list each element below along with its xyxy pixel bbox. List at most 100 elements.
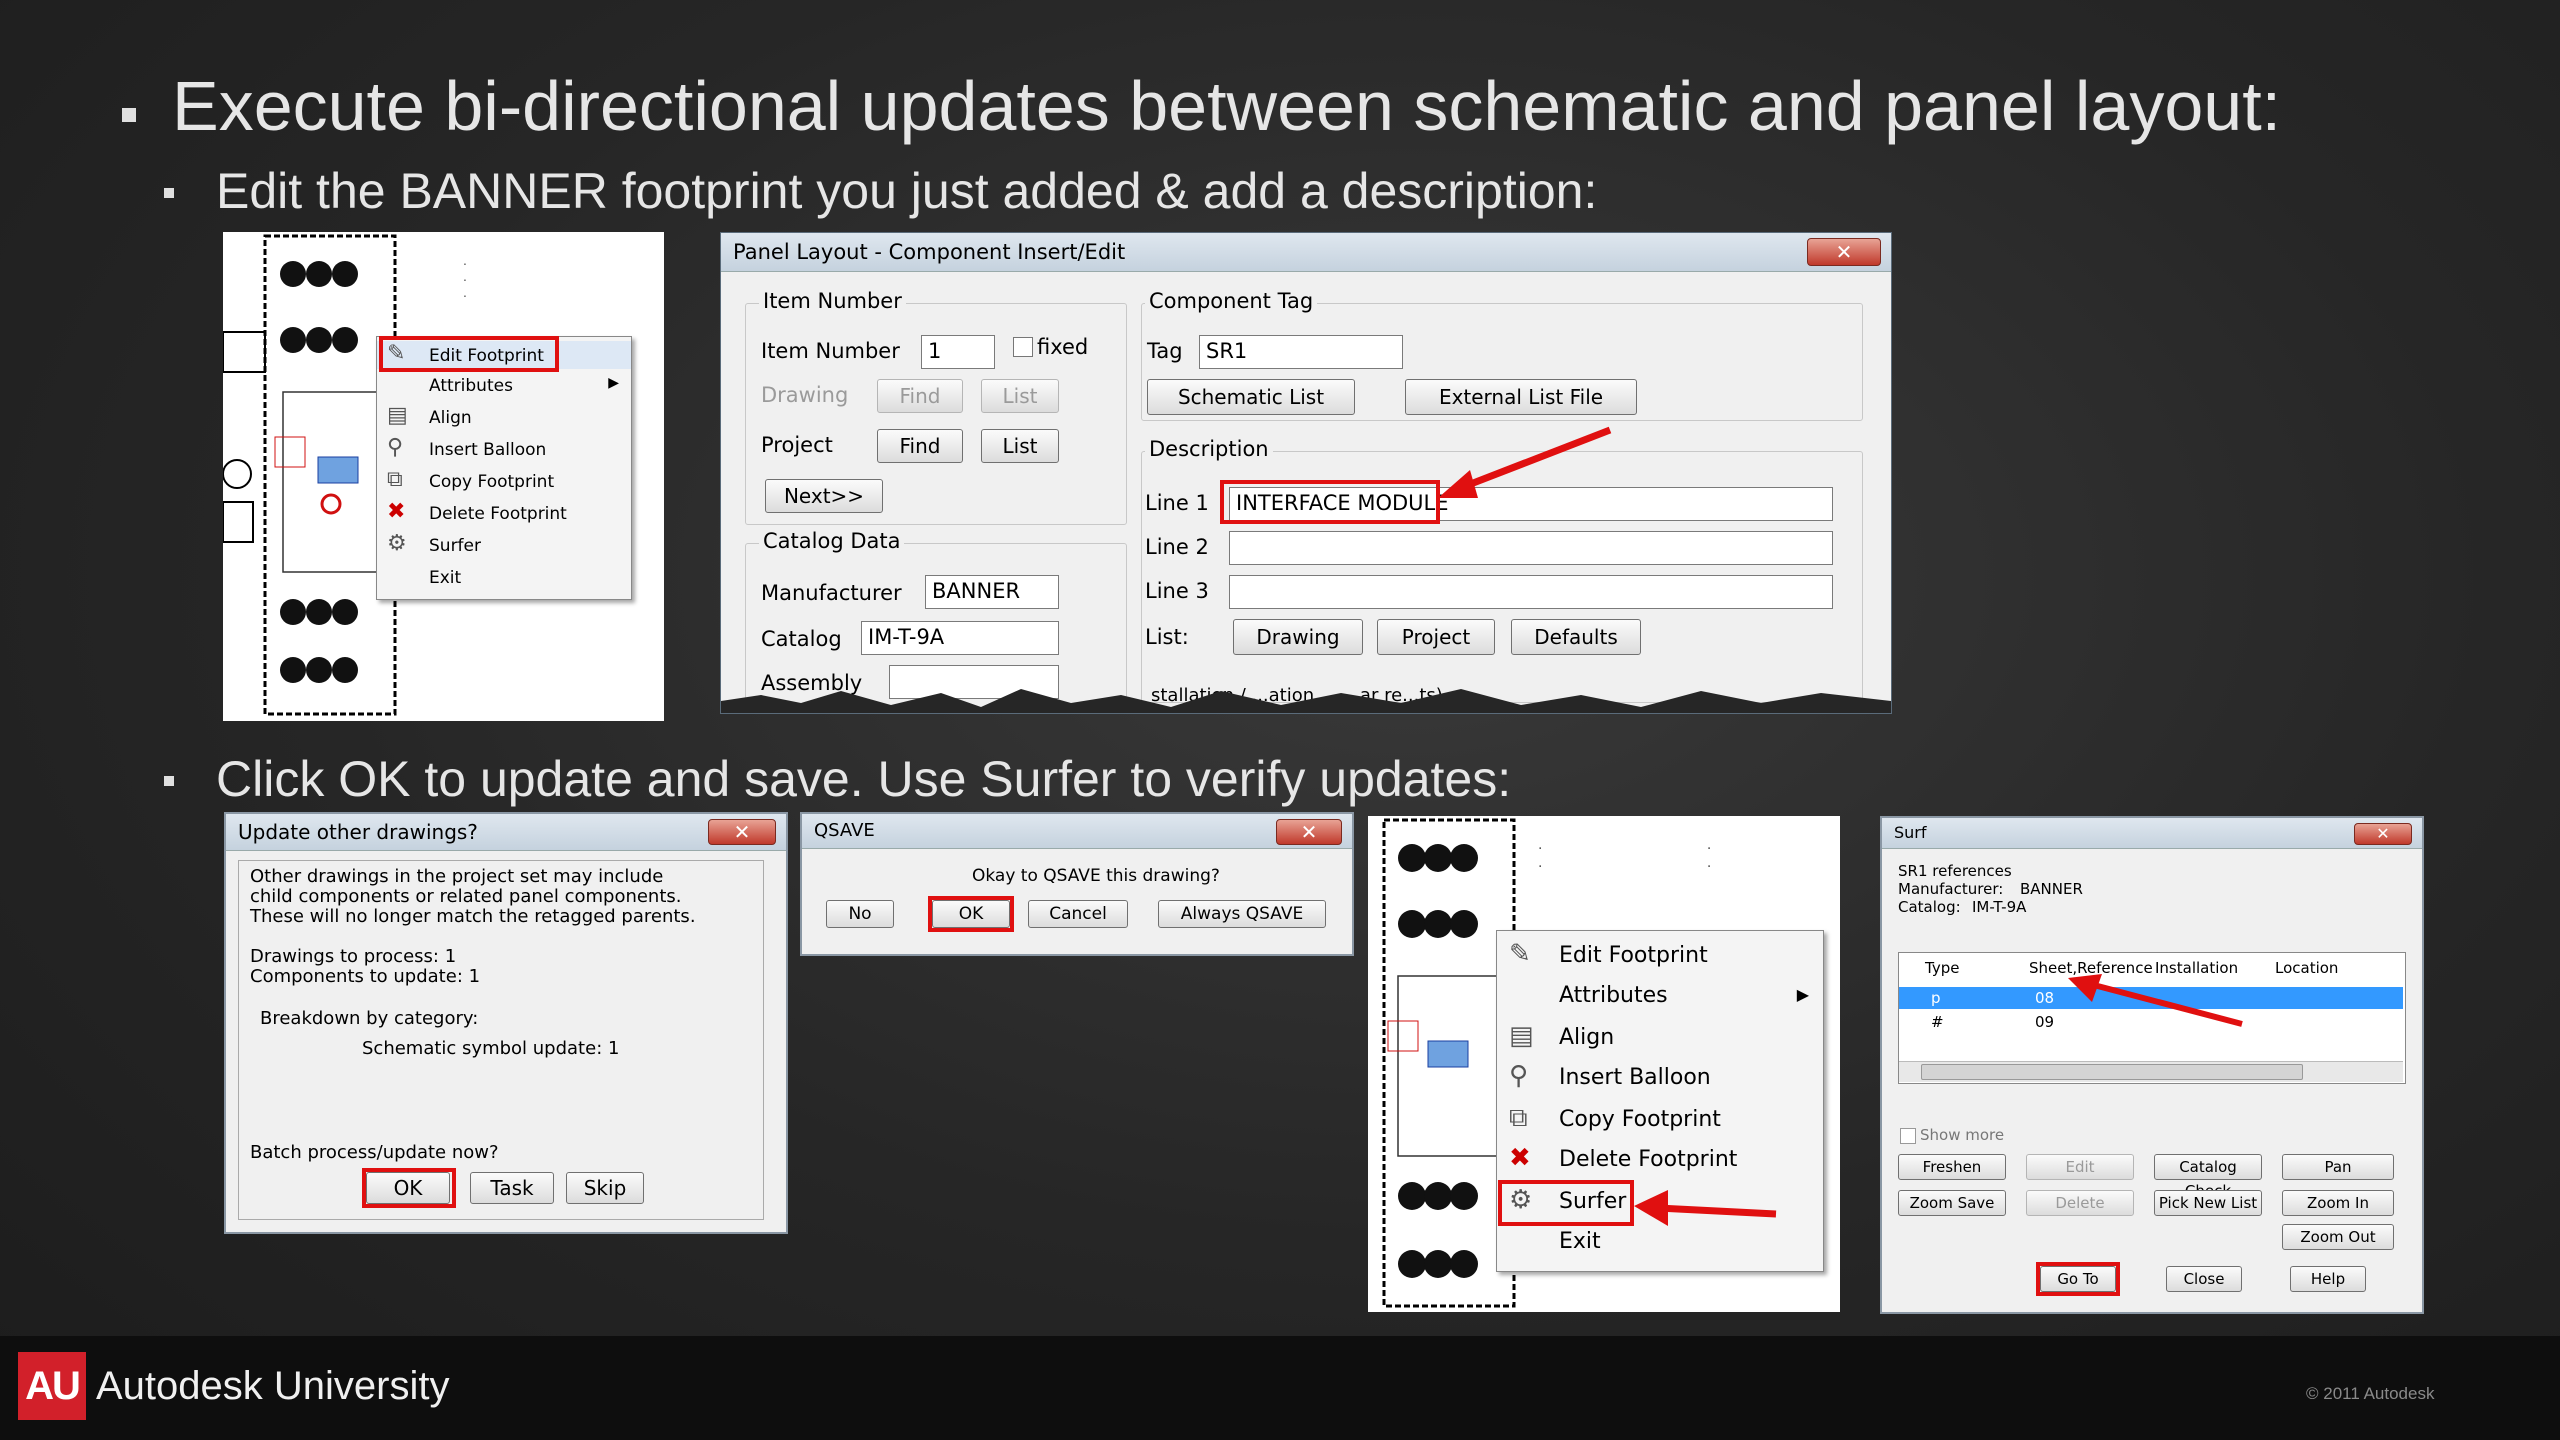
help-button[interactable]: Help: [2290, 1266, 2366, 1292]
grid-dots: . . .: [463, 252, 537, 300]
sub-bullet-2: [164, 776, 174, 786]
scrollbar-thumb[interactable]: [1921, 1064, 2303, 1080]
zoom-out-button[interactable]: Zoom Out: [2282, 1224, 2394, 1250]
edit-footprint-highlight: [379, 336, 559, 372]
menu-item-insert-balloon[interactable]: ⚲ Insert Balloon: [1497, 1057, 1823, 1097]
list-project-button[interactable]: List: [981, 429, 1059, 463]
zoom-in-button[interactable]: Zoom In: [2282, 1190, 2394, 1216]
copyright: © 2011 Autodesk: [2306, 1384, 2435, 1403]
menu-item-align[interactable]: ▤ Align: [1497, 1017, 1823, 1057]
close-icon[interactable]: ✕: [1276, 819, 1342, 845]
menu-item-copy-footprint[interactable]: ⧉ Copy Footprint: [377, 467, 631, 495]
pan-button[interactable]: Pan: [2282, 1154, 2394, 1180]
cancel-button[interactable]: Cancel: [1028, 900, 1128, 928]
surf-refs-label: SR1 references: [1898, 862, 2012, 880]
qsave-message: Okay to QSAVE this drawing?: [972, 866, 1220, 886]
line3-label: Line 3: [1145, 579, 1209, 603]
message-line-2: child components or related panel compon…: [250, 886, 682, 907]
list-label: List:: [1145, 625, 1189, 649]
delete-footprint-icon: ✖: [387, 499, 406, 524]
bullet-2-text: Click OK to update and save. Use Surfer …: [216, 751, 1512, 807]
fixed-checkbox[interactable]: [1013, 337, 1033, 357]
menu-item-insert-balloon[interactable]: ⚲ Insert Balloon: [377, 435, 631, 463]
find-drawing-button[interactable]: Find: [877, 379, 963, 413]
description-label: Description: [1145, 437, 1273, 461]
submenu-arrow-icon: ▶: [1796, 985, 1809, 1004]
freshen-button[interactable]: Freshen: [1898, 1154, 2006, 1180]
catalog-field[interactable]: IM-T-9A: [861, 621, 1059, 655]
horizontal-scrollbar[interactable]: [1899, 1061, 2403, 1082]
sub-bullet-1: [164, 188, 174, 198]
surf-dialog: Surf ✕ SR1 references Manufacturer: BANN…: [1880, 816, 2424, 1314]
item-number-label: Item Number: [761, 339, 900, 363]
delete-button[interactable]: Delete: [2026, 1190, 2134, 1216]
menu-item-attributes[interactable]: Attributes ▶: [377, 371, 631, 399]
manufacturer-field[interactable]: BANNER: [925, 575, 1059, 609]
edit-button[interactable]: Edit: [2026, 1154, 2134, 1180]
edit-footprint-icon: ✎: [1509, 939, 1531, 969]
message-line-3: These will no longer match the retagged …: [250, 906, 696, 927]
drawings-to-process: Drawings to process: 1: [250, 946, 457, 967]
surfer-icon: ⚙: [387, 531, 407, 556]
line1-label: Line 1: [1145, 491, 1209, 515]
ok-highlight: [928, 896, 1014, 932]
context-menu-1: ✎ Edit Footprint Attributes ▶ ▤ Align ⚲ …: [376, 336, 632, 600]
next-button[interactable]: Next>>: [765, 479, 883, 513]
menu-item-attributes[interactable]: Attributes ▶: [1497, 975, 1823, 1015]
menu-item-surfer[interactable]: ⚙ Surfer: [377, 531, 631, 559]
red-arrow-row: [2068, 974, 2243, 1027]
menu-item-copy-footprint[interactable]: ⧉ Copy Footprint: [1497, 1099, 1823, 1139]
manufacturer-label: Manufacturer: [761, 581, 902, 605]
catalog-check-button[interactable]: Catalog Check: [2154, 1154, 2262, 1200]
catalog-label: Catalog: [761, 627, 842, 651]
red-arrow-line1: [1438, 426, 1612, 498]
slide-heading: Execute bi-directional updates between s…: [172, 67, 2282, 145]
find-project-button[interactable]: Find: [877, 429, 963, 463]
copy-footprint-icon: ⧉: [387, 467, 403, 492]
task-button[interactable]: Task: [470, 1172, 554, 1204]
pick-new-list-button[interactable]: Pick New List: [2154, 1190, 2262, 1216]
skip-button[interactable]: Skip: [566, 1172, 644, 1204]
defaults-button[interactable]: Defaults: [1511, 619, 1641, 655]
line2-field[interactable]: [1229, 531, 1833, 565]
project-button[interactable]: Project: [1377, 619, 1495, 655]
menu-item-align[interactable]: ▤ Align: [377, 403, 631, 431]
external-list-file-button[interactable]: External List File: [1405, 379, 1637, 415]
surf-manufacturer-value: BANNER: [2020, 880, 2083, 898]
line3-field[interactable]: [1229, 575, 1833, 609]
torn-edge: [721, 689, 1891, 713]
red-arrow-surfer: [1634, 1190, 1777, 1226]
list-drawing-button[interactable]: List: [981, 379, 1059, 413]
dialog-title-bar: QSAVE ✕: [802, 814, 1352, 849]
tag-label: Tag: [1147, 339, 1183, 363]
col-type: Type: [1925, 959, 1960, 977]
heading-bullet: [122, 108, 136, 122]
no-button[interactable]: No: [826, 900, 894, 928]
item-number-field[interactable]: 1: [921, 335, 995, 369]
delete-footprint-icon: ✖: [1509, 1143, 1531, 1173]
schematic-list-button[interactable]: Schematic List: [1147, 379, 1355, 415]
batch-prompt: Batch process/update now?: [250, 1142, 499, 1163]
menu-item-exit[interactable]: Exit: [377, 563, 631, 591]
drawing-button[interactable]: Drawing: [1233, 619, 1363, 655]
menu-item-edit-footprint[interactable]: ✎ Edit Footprint: [1497, 935, 1823, 975]
always-qsave-button[interactable]: Always QSAVE: [1158, 900, 1326, 928]
breakdown-label: Breakdown by category:: [260, 1008, 479, 1029]
close-button[interactable]: Close: [2166, 1266, 2242, 1292]
close-icon[interactable]: ✕: [2354, 823, 2412, 845]
menu-item-delete-footprint[interactable]: ✖ Delete Footprint: [1497, 1139, 1823, 1179]
align-icon: ▤: [1509, 1021, 1534, 1051]
schematic-update-count: Schematic symbol update: 1: [362, 1038, 620, 1059]
menu-item-delete-footprint[interactable]: ✖ Delete Footprint: [377, 499, 631, 527]
line1-highlight: [1220, 480, 1440, 524]
tag-field[interactable]: SR1: [1199, 335, 1403, 369]
brand-name: Autodesk University: [96, 1364, 450, 1408]
show-more-checkbox[interactable]: [1900, 1128, 1916, 1144]
drawing-label: Drawing: [761, 383, 849, 407]
surf-manufacturer-label: Manufacturer:: [1898, 880, 2004, 898]
zoom-save-button[interactable]: Zoom Save: [1898, 1190, 2006, 1216]
line2-label: Line 2: [1145, 535, 1209, 559]
close-icon[interactable]: ✕: [1807, 238, 1881, 266]
close-icon[interactable]: ✕: [708, 819, 776, 845]
show-more-label: Show more: [1920, 1126, 2005, 1144]
